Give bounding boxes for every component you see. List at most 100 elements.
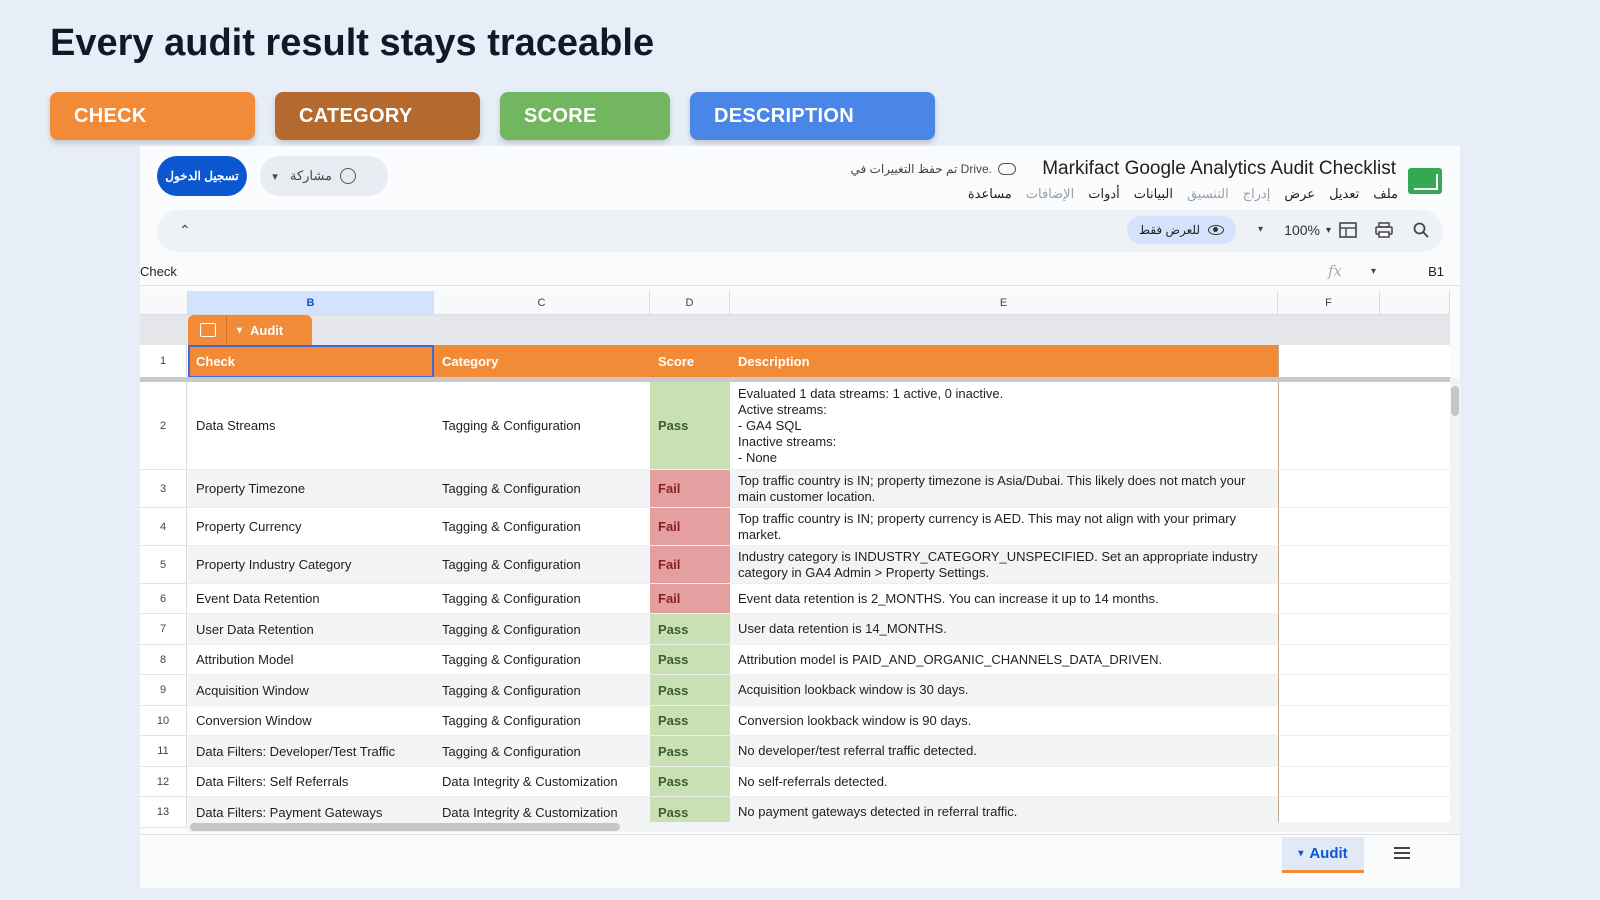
category-cell[interactable]: Tagging & Configuration	[434, 546, 650, 584]
sheet-tab-audit[interactable]: ▾ Audit	[1282, 837, 1364, 873]
sheets-logo-icon[interactable]	[1408, 168, 1442, 194]
check-cell[interactable]: User Data Retention	[188, 614, 434, 645]
select-all-corner[interactable]	[140, 291, 188, 315]
column-header-b[interactable]: B	[188, 291, 434, 315]
score-cell[interactable]: Fail	[650, 470, 730, 508]
check-cell[interactable]: Data Streams	[188, 382, 434, 470]
header-cell-category[interactable]: Category	[434, 345, 650, 378]
empty-cell[interactable]	[1278, 767, 1450, 797]
search-icon[interactable]	[1413, 222, 1429, 238]
description-cell[interactable]: User data retention is 14_MONTHS.	[730, 614, 1278, 645]
row-number[interactable]: 13	[140, 797, 187, 828]
row-number[interactable]: 2	[140, 382, 187, 470]
category-cell[interactable]: Tagging & Configuration	[434, 736, 650, 767]
row-number[interactable]: 10	[140, 706, 187, 736]
category-cell[interactable]: Tagging & Configuration	[434, 675, 650, 706]
mode-dropdown-icon[interactable]: ▾	[1258, 224, 1263, 235]
formula-content[interactable]: Check	[140, 264, 177, 279]
sign-in-button[interactable]: تسجيل الدخول	[157, 156, 247, 196]
empty-cell[interactable]	[1278, 382, 1450, 470]
menu-item[interactable]: التنسيق	[1187, 186, 1229, 202]
score-cell[interactable]: Pass	[650, 382, 730, 470]
sheet-tab-dropdown-icon[interactable]: ▾	[1298, 848, 1303, 859]
header-cell-score[interactable]: Score	[650, 345, 730, 378]
description-cell[interactable]: Evaluated 1 data streams: 1 active, 0 in…	[730, 382, 1278, 470]
print-icon[interactable]	[1375, 222, 1393, 238]
score-cell[interactable]: Fail	[650, 584, 730, 614]
empty-cell[interactable]	[1278, 546, 1450, 584]
view-only-badge[interactable]: للعرض فقط	[1126, 216, 1236, 244]
check-cell[interactable]: Property Timezone	[188, 470, 434, 508]
row-number[interactable]: 3	[140, 470, 187, 508]
check-cell[interactable]: Acquisition Window	[188, 675, 434, 706]
description-cell[interactable]: Top traffic country is IN; property curr…	[730, 508, 1278, 546]
share-button[interactable]: ▾ مشاركة	[260, 156, 388, 196]
menu-item[interactable]: أدوات	[1088, 186, 1120, 202]
score-cell[interactable]: Pass	[650, 706, 730, 736]
empty-cell[interactable]	[1278, 645, 1450, 675]
table-name-chip[interactable]: ▾ Audit	[188, 315, 312, 345]
description-cell[interactable]: Event data retention is 2_MONTHS. You ca…	[730, 584, 1278, 614]
empty-cell[interactable]	[1278, 584, 1450, 614]
score-cell[interactable]: Pass	[650, 675, 730, 706]
category-cell[interactable]: Tagging & Configuration	[434, 584, 650, 614]
menu-item[interactable]: مساعدة	[968, 186, 1012, 202]
category-cell[interactable]: Tagging & Configuration	[434, 382, 650, 470]
category-cell[interactable]: Tagging & Configuration	[434, 645, 650, 675]
category-cell[interactable]: Tagging & Configuration	[434, 508, 650, 546]
column-header-c[interactable]: C	[434, 291, 650, 315]
description-cell[interactable]: Attribution model is PAID_AND_ORGANIC_CH…	[730, 645, 1278, 675]
name-box-dropdown-icon[interactable]: ▾	[1371, 266, 1376, 277]
empty-cell[interactable]	[1278, 345, 1450, 378]
empty-cell[interactable]	[1278, 508, 1450, 546]
description-cell[interactable]: Conversion lookback window is 90 days.	[730, 706, 1278, 736]
score-cell[interactable]: Fail	[650, 546, 730, 584]
name-box[interactable]: B1	[1428, 264, 1444, 279]
category-cell[interactable]: Tagging & Configuration	[434, 470, 650, 508]
check-cell[interactable]: Event Data Retention	[188, 584, 434, 614]
horizontal-scrollbar[interactable]	[188, 822, 1450, 832]
menu-item[interactable]: البيانات	[1134, 186, 1173, 202]
score-cell[interactable]: Pass	[650, 767, 730, 797]
row-number[interactable]: 4	[140, 508, 187, 546]
description-cell[interactable]: No developer/test referral traffic detec…	[730, 736, 1278, 767]
category-cell[interactable]: Tagging & Configuration	[434, 614, 650, 645]
column-header-g[interactable]	[1380, 291, 1450, 315]
row-number[interactable]: 9	[140, 675, 187, 706]
menu-item[interactable]: تعديل	[1329, 186, 1359, 202]
empty-cell[interactable]	[1278, 470, 1450, 508]
menu-item[interactable]: الإضافات	[1026, 186, 1074, 202]
column-header-d[interactable]: D	[650, 291, 730, 315]
empty-cell[interactable]	[1278, 736, 1450, 767]
document-title[interactable]: Markifact Google Analytics Audit Checkli…	[1042, 158, 1396, 180]
score-cell[interactable]: Pass	[650, 736, 730, 767]
score-cell[interactable]: Pass	[650, 614, 730, 645]
description-cell[interactable]: Top traffic country is IN; property time…	[730, 470, 1278, 508]
row-number[interactable]: 12	[140, 767, 187, 797]
score-cell[interactable]: Pass	[650, 645, 730, 675]
description-cell[interactable]: No self-referrals detected.	[730, 767, 1278, 797]
category-cell[interactable]: Data Integrity & Customization	[434, 767, 650, 797]
menu-item[interactable]: إدراج	[1243, 186, 1271, 202]
check-cell[interactable]: Property Industry Category	[188, 546, 434, 584]
check-cell[interactable]: Attribution Model	[188, 645, 434, 675]
vertical-scroll-thumb[interactable]	[1451, 386, 1459, 416]
description-cell[interactable]: Industry category is INDUSTRY_CATEGORY_U…	[730, 546, 1278, 584]
check-cell[interactable]: Conversion Window	[188, 706, 434, 736]
menu-item[interactable]: عرض	[1284, 186, 1315, 202]
vertical-scrollbar[interactable]	[1450, 378, 1460, 838]
horizontal-scroll-thumb[interactable]	[190, 823, 620, 831]
check-cell[interactable]: Property Currency	[188, 508, 434, 546]
menu-item[interactable]: ملف	[1373, 186, 1398, 202]
row-number[interactable]: 5	[140, 546, 187, 584]
score-cell[interactable]: Fail	[650, 508, 730, 546]
header-cell-description[interactable]: Description	[730, 345, 1278, 378]
empty-cell[interactable]	[1278, 675, 1450, 706]
description-cell[interactable]: Acquisition lookback window is 30 days.	[730, 675, 1278, 706]
row-number[interactable]: 8	[140, 645, 187, 675]
row-number[interactable]: 7	[140, 614, 187, 645]
collapse-menus-icon[interactable]: ⌃	[179, 222, 191, 239]
column-header-e[interactable]: E	[730, 291, 1278, 315]
row-number[interactable]: 1	[140, 345, 187, 378]
check-cell[interactable]: Data Filters: Developer/Test Traffic	[188, 736, 434, 767]
